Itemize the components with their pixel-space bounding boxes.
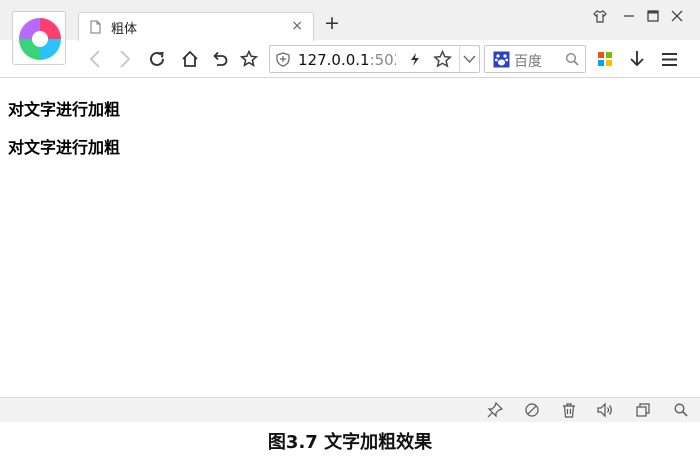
trash-icon[interactable] <box>561 402 577 418</box>
status-bar <box>0 397 700 422</box>
url-separator <box>459 46 460 72</box>
bookmark-star-icon[interactable] <box>239 49 259 69</box>
new-tab-button[interactable]: + <box>324 13 340 33</box>
download-icon[interactable] <box>627 49 647 69</box>
home-icon[interactable] <box>180 49 200 69</box>
maximize-icon[interactable] <box>644 6 662 26</box>
lightning-icon[interactable] <box>410 52 420 67</box>
url-host: 127.0.0.1 <box>298 51 370 69</box>
search-icon[interactable] <box>565 52 579 66</box>
navigation-toolbar: 127.0.0.1:502 百度 <box>0 40 700 78</box>
tab-close-icon[interactable]: × <box>291 18 303 34</box>
address-bar[interactable]: 127.0.0.1:502 <box>269 45 480 73</box>
skin-icon[interactable] <box>591 6 609 26</box>
menu-icon[interactable] <box>659 49 679 69</box>
no-image-icon[interactable] <box>524 402 540 418</box>
shield-icon <box>276 52 290 67</box>
tab-title: 粗体 <box>111 22 138 37</box>
reload-icon[interactable] <box>147 49 167 69</box>
dropdown-icon[interactable] <box>463 55 476 64</box>
tab-active[interactable]: 粗体 × <box>78 12 314 41</box>
bold-text-line-1: 对文字进行加粗 <box>8 100 121 119</box>
url-text[interactable]: 127.0.0.1:502 <box>298 51 396 69</box>
search-box[interactable]: 百度 <box>484 45 586 73</box>
pin-icon[interactable] <box>487 402 503 418</box>
close-icon[interactable] <box>668 6 686 26</box>
baidu-paw-icon <box>493 51 510 68</box>
zoom-icon[interactable] <box>673 402 689 418</box>
browser-logo-icon <box>19 18 61 60</box>
restore-window-icon[interactable] <box>635 402 651 418</box>
figure-caption: 图3.7 文字加粗效果 <box>267 432 433 453</box>
search-placeholder: 百度 <box>514 54 542 70</box>
minimize-icon[interactable] <box>620 6 638 26</box>
speaker-icon[interactable] <box>597 402 613 418</box>
bold-text-line-2: 对文字进行加粗 <box>8 138 121 157</box>
url-port: :502 <box>369 51 396 69</box>
browser-logo[interactable] <box>12 11 66 65</box>
browser-window: 粗体 × + 127.0.0.1:50 百度 对文字进行加粗 对文字进行加粗 <box>0 0 700 422</box>
forward-icon[interactable] <box>115 49 135 69</box>
document-icon <box>90 20 101 34</box>
back-icon[interactable] <box>85 49 105 69</box>
star-icon[interactable] <box>433 50 452 69</box>
undo-icon[interactable] <box>210 49 230 69</box>
page-content: 对文字进行加粗 对文字进行加粗 <box>0 79 700 397</box>
apps-grid-icon[interactable] <box>595 49 615 69</box>
tab-bar: 粗体 × + <box>0 0 700 65</box>
